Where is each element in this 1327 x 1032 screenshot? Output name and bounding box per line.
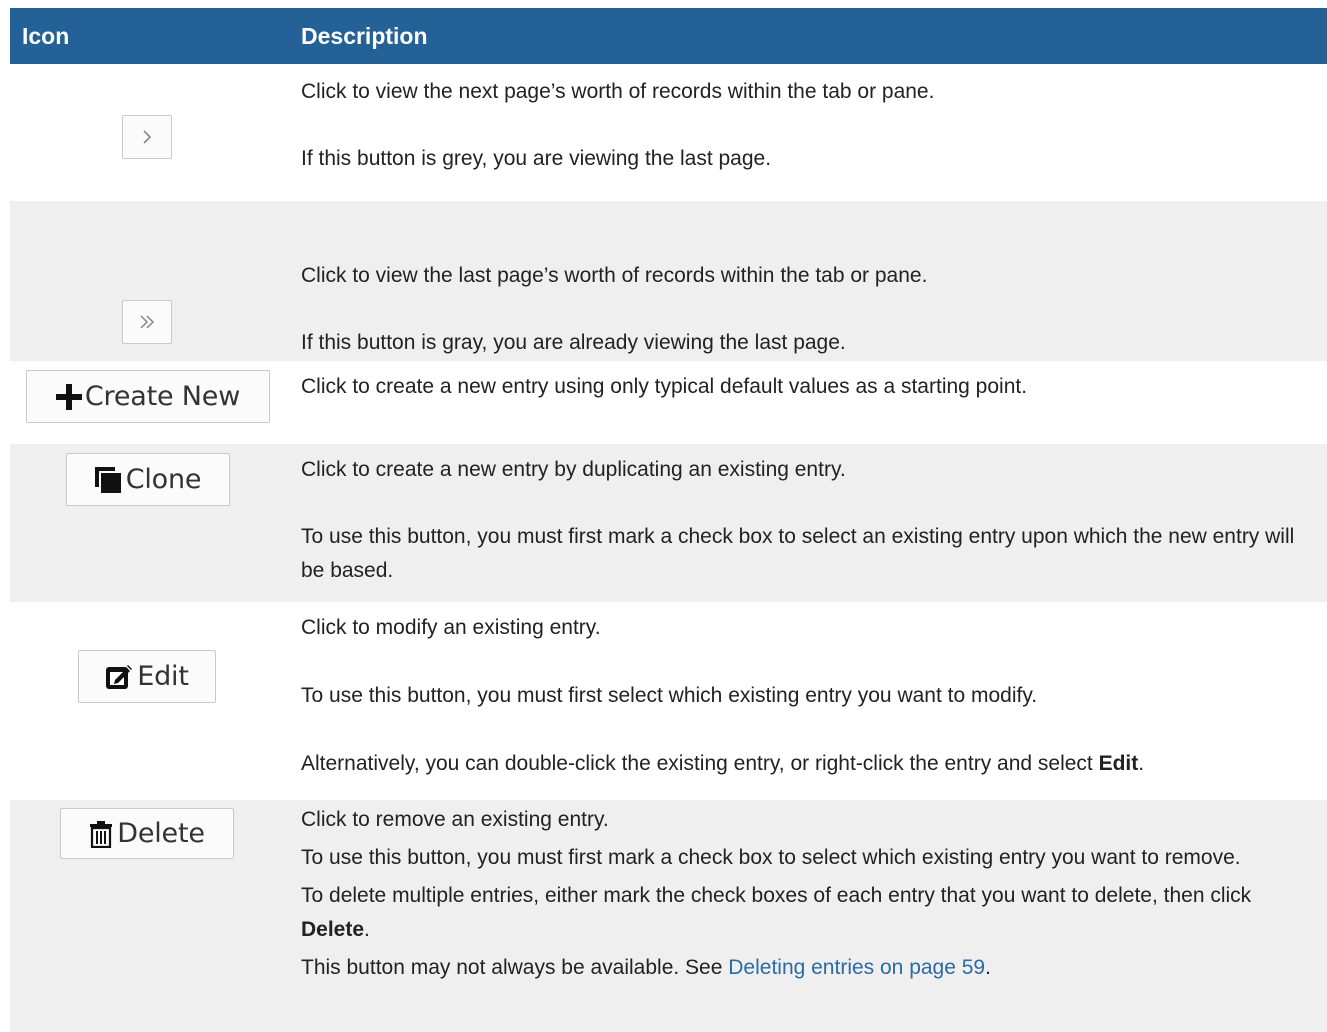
description-cell: Click to create a new entry using only t…	[290, 361, 1327, 444]
clone-button[interactable]: Clone	[66, 453, 230, 506]
chevron-right-icon	[143, 130, 152, 144]
icon-cell	[10, 64, 290, 201]
create-new-button[interactable]: Create New	[26, 370, 270, 423]
text-fragment: .	[985, 956, 991, 979]
description-text: To delete multiple entries, either mark …	[301, 879, 1323, 947]
delete-button[interactable]: Delete	[60, 808, 234, 859]
trash-icon	[90, 820, 113, 848]
text-fragment: .	[364, 918, 370, 941]
icon-cell	[10, 201, 290, 361]
description-text: Click to modify an existing entry.	[301, 616, 601, 639]
double-chevron-right-icon	[140, 315, 155, 329]
description-cell: Click to view the last page’s worth of r…	[290, 201, 1327, 361]
text-fragment: To delete multiple entries, either mark …	[301, 884, 1252, 907]
icon-cell: Clone	[10, 444, 290, 602]
table-row: Edit Click to modify an existing entry. …	[10, 602, 1327, 800]
table-row: Click to view the next page’s worth of r…	[10, 64, 1327, 201]
description-text: If this button is grey, you are viewing …	[301, 147, 772, 170]
clone-icon	[94, 466, 121, 493]
edit-icon	[106, 664, 133, 689]
icon-reference-table: Icon Description Click to view the next …	[10, 8, 1327, 1032]
bold-term: Delete	[301, 918, 365, 941]
description-text: Click to create a new entry by duplicati…	[301, 458, 846, 481]
table-header-row: Icon Description	[10, 8, 1327, 64]
column-header-description: Description	[290, 8, 1327, 64]
icon-cell: Edit	[10, 602, 290, 800]
plus-icon	[55, 383, 82, 410]
next-page-button[interactable]	[122, 115, 172, 159]
description-cell: Click to remove an existing entry. To us…	[290, 800, 1327, 1032]
description-cell: Click to modify an existing entry. To us…	[290, 602, 1327, 800]
description-text: To use this button, you must first selec…	[301, 684, 1038, 707]
table-row: Click to view the last page’s worth of r…	[10, 201, 1327, 361]
description-text: To use this button, you must first mark …	[301, 846, 1241, 869]
bold-term: Edit	[1098, 752, 1139, 775]
delete-label: Delete	[117, 817, 205, 849]
description-text: If this button is gray, you are already …	[301, 331, 846, 354]
description-text: Click to create a new entry using only t…	[301, 375, 1028, 398]
description-text: Click to remove an existing entry.	[301, 808, 609, 831]
text-fragment: .	[1138, 752, 1145, 775]
create-new-label: Create New	[84, 380, 241, 412]
table-row: Clone Click to create a new entry by dup…	[10, 444, 1327, 602]
column-header-icon: Icon	[10, 8, 290, 64]
deleting-entries-link[interactable]: Deleting entries on page 59	[728, 956, 985, 979]
clone-label: Clone	[125, 463, 202, 495]
last-page-button[interactable]	[122, 300, 172, 344]
description-text: To use this button, you must first mark …	[301, 525, 1295, 582]
icon-cell: Create New	[10, 361, 290, 444]
description-text: Alternatively, you can double-click the …	[301, 747, 1323, 781]
table-row: Delete Click to remove an existing entry…	[10, 800, 1327, 1032]
text-fragment: This button may not always be available.…	[301, 956, 729, 979]
icon-cell: Delete	[10, 800, 290, 1032]
description-text: Click to view the next page’s worth of r…	[301, 80, 935, 103]
text-fragment: Alternatively, you can double-click the …	[301, 752, 1099, 775]
description-text: This button may not always be available.…	[301, 951, 1323, 985]
edit-button[interactable]: Edit	[78, 650, 216, 703]
description-cell: Click to view the next page’s worth of r…	[290, 64, 1327, 201]
table-row: Create New Click to create a new entry u…	[10, 361, 1327, 444]
edit-label: Edit	[137, 660, 189, 692]
description-cell: Click to create a new entry by duplicati…	[290, 444, 1327, 602]
description-text: Click to view the last page’s worth of r…	[301, 264, 928, 287]
